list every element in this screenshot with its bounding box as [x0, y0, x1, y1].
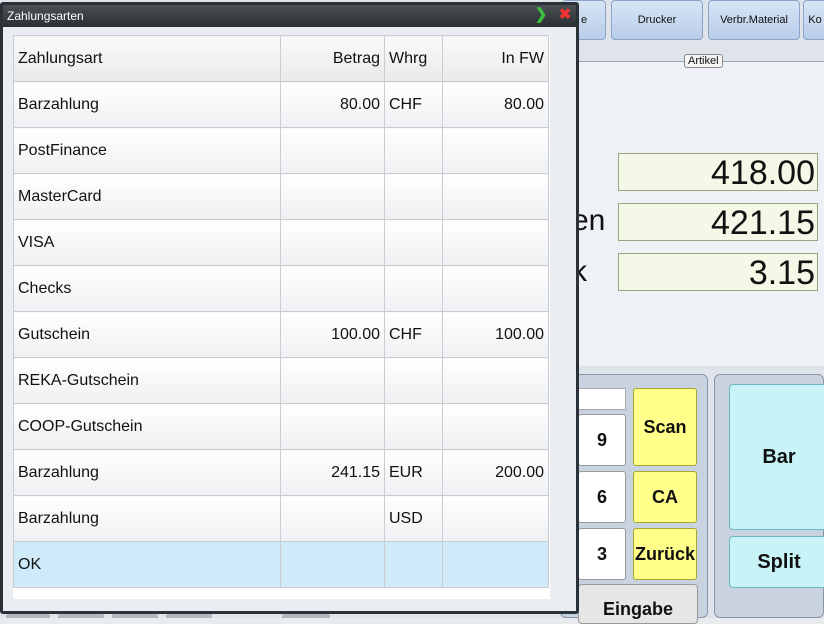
cell-foreign-amount[interactable]: 200.00	[442, 449, 549, 496]
taskbar-item[interactable]	[282, 614, 330, 618]
enter-button[interactable]: Eingabe	[578, 584, 698, 624]
cell-currency[interactable]: USD	[384, 495, 443, 542]
cell-payment-type: Gutschein	[13, 311, 281, 358]
cell-foreign-amount[interactable]	[442, 495, 549, 542]
cell-payment-type: Barzahlung	[13, 495, 281, 542]
cell-currency[interactable]: EUR	[384, 449, 443, 496]
cell-payment-type: Barzahlung	[13, 81, 281, 128]
cell-currency[interactable]	[384, 265, 443, 312]
table-row[interactable]: Barzahlung USD	[13, 495, 549, 542]
cell-amount[interactable]	[280, 219, 385, 266]
cell-foreign-amount[interactable]: 100.00	[442, 311, 549, 358]
cell-foreign-amount[interactable]	[442, 265, 549, 312]
category-button-ko[interactable]: Ko	[803, 0, 824, 40]
ca-button[interactable]: CA	[633, 471, 697, 523]
total-field-3: 3.15	[618, 253, 818, 292]
cell-foreign-amount[interactable]	[442, 127, 549, 174]
taskbar-item[interactable]	[112, 614, 158, 618]
keypad-display[interactable]	[578, 388, 626, 410]
column-header-in-fw[interactable]: In FW	[442, 35, 549, 82]
grid-header-row: Zahlungsart Betrag Whrg In FW	[13, 35, 549, 82]
cell-currency[interactable]	[384, 173, 443, 220]
table-row[interactable]: PostFinance	[13, 127, 549, 174]
dialog-title: Zahlungsarten	[7, 9, 84, 23]
category-button-verbr-material[interactable]: Verbr.Material	[708, 0, 800, 40]
cell-currency	[384, 541, 443, 588]
cell-amount[interactable]	[280, 173, 385, 220]
cell-amount[interactable]	[280, 357, 385, 404]
back-button[interactable]: Zurück	[633, 528, 697, 580]
cell-payment-type: PostFinance	[13, 127, 281, 174]
cell-amount[interactable]: 100.00	[280, 311, 385, 358]
table-row[interactable]: COOP-Gutschein	[13, 403, 549, 450]
column-header-zahlungsart[interactable]: Zahlungsart	[13, 35, 281, 82]
key-6[interactable]: 6	[578, 471, 626, 523]
cell-foreign-amount[interactable]	[442, 173, 549, 220]
table-row[interactable]: VISA	[13, 219, 549, 266]
cell-payment-type: VISA	[13, 219, 281, 266]
cell-payment-type: REKA-Gutschein	[13, 357, 281, 404]
artikel-group-label: Artikel	[684, 54, 723, 68]
dialog-titlebar[interactable]: Zahlungsarten ❯ ✖	[3, 5, 576, 27]
key-3[interactable]: 3	[578, 528, 626, 580]
scan-button[interactable]: Scan	[633, 388, 697, 466]
cell-foreign-amount[interactable]	[442, 219, 549, 266]
cell-foreign-amount[interactable]: 80.00	[442, 81, 549, 128]
taskbar-item[interactable]	[58, 614, 104, 618]
cell-payment-type: Barzahlung	[13, 449, 281, 496]
table-row[interactable]: REKA-Gutschein	[13, 357, 549, 404]
table-row[interactable]: MasterCard	[13, 173, 549, 220]
close-icon[interactable]: ✖	[558, 7, 572, 23]
cell-ok[interactable]: OK	[13, 541, 281, 588]
cell-amount[interactable]: 80.00	[280, 81, 385, 128]
ok-row[interactable]: OK	[13, 541, 549, 588]
cell-currency[interactable]	[384, 357, 443, 404]
payment-methods-dialog: Zahlungsarten ❯ ✖ Zahlungsart Betrag Whr…	[0, 2, 579, 614]
total-field-1: 418.00	[618, 153, 818, 192]
cell-currency[interactable]: CHF	[384, 311, 443, 358]
cell-currency[interactable]	[384, 403, 443, 450]
cell-currency[interactable]: CHF	[384, 81, 443, 128]
column-header-betrag[interactable]: Betrag	[280, 35, 385, 82]
bar-button[interactable]: Bar	[729, 384, 824, 530]
cell-amount	[280, 541, 385, 588]
cell-amount[interactable]	[280, 265, 385, 312]
category-button-drucker[interactable]: Drucker	[611, 0, 703, 40]
table-row[interactable]: Gutschein 100.00 CHF 100.00	[13, 311, 549, 358]
cell-payment-type: MasterCard	[13, 173, 281, 220]
table-row[interactable]: Barzahlung 80.00 CHF 80.00	[13, 81, 549, 128]
column-header-whrg[interactable]: Whrg	[384, 35, 443, 82]
cell-payment-type: COOP-Gutschein	[13, 403, 281, 450]
total-field-2: 421.15	[618, 203, 818, 242]
key-9[interactable]: 9	[578, 414, 626, 466]
cell-foreign-amount[interactable]	[442, 403, 549, 450]
cell-amount[interactable]	[280, 403, 385, 450]
table-row[interactable]: Checks	[13, 265, 549, 312]
cell-foreign-amount[interactable]	[442, 357, 549, 404]
category-bar: e Drucker Verbr.Material Ko	[560, 0, 824, 44]
cell-amount[interactable]	[280, 127, 385, 174]
split-button[interactable]: Split	[729, 536, 824, 588]
taskbar-item[interactable]	[6, 614, 50, 618]
cell-currency[interactable]	[384, 127, 443, 174]
payment-grid: Zahlungsart Betrag Whrg In FW Barzahlung…	[13, 35, 550, 599]
taskbar-item[interactable]	[166, 614, 212, 618]
cell-amount[interactable]: 241.15	[280, 449, 385, 496]
cell-payment-type: Checks	[13, 265, 281, 312]
forward-arrow-icon[interactable]: ❯	[534, 7, 548, 23]
table-row[interactable]: Barzahlung 241.15 EUR 200.00	[13, 449, 549, 496]
cell-amount[interactable]	[280, 495, 385, 542]
cell-currency[interactable]	[384, 219, 443, 266]
cell-foreign-amount	[442, 541, 549, 588]
